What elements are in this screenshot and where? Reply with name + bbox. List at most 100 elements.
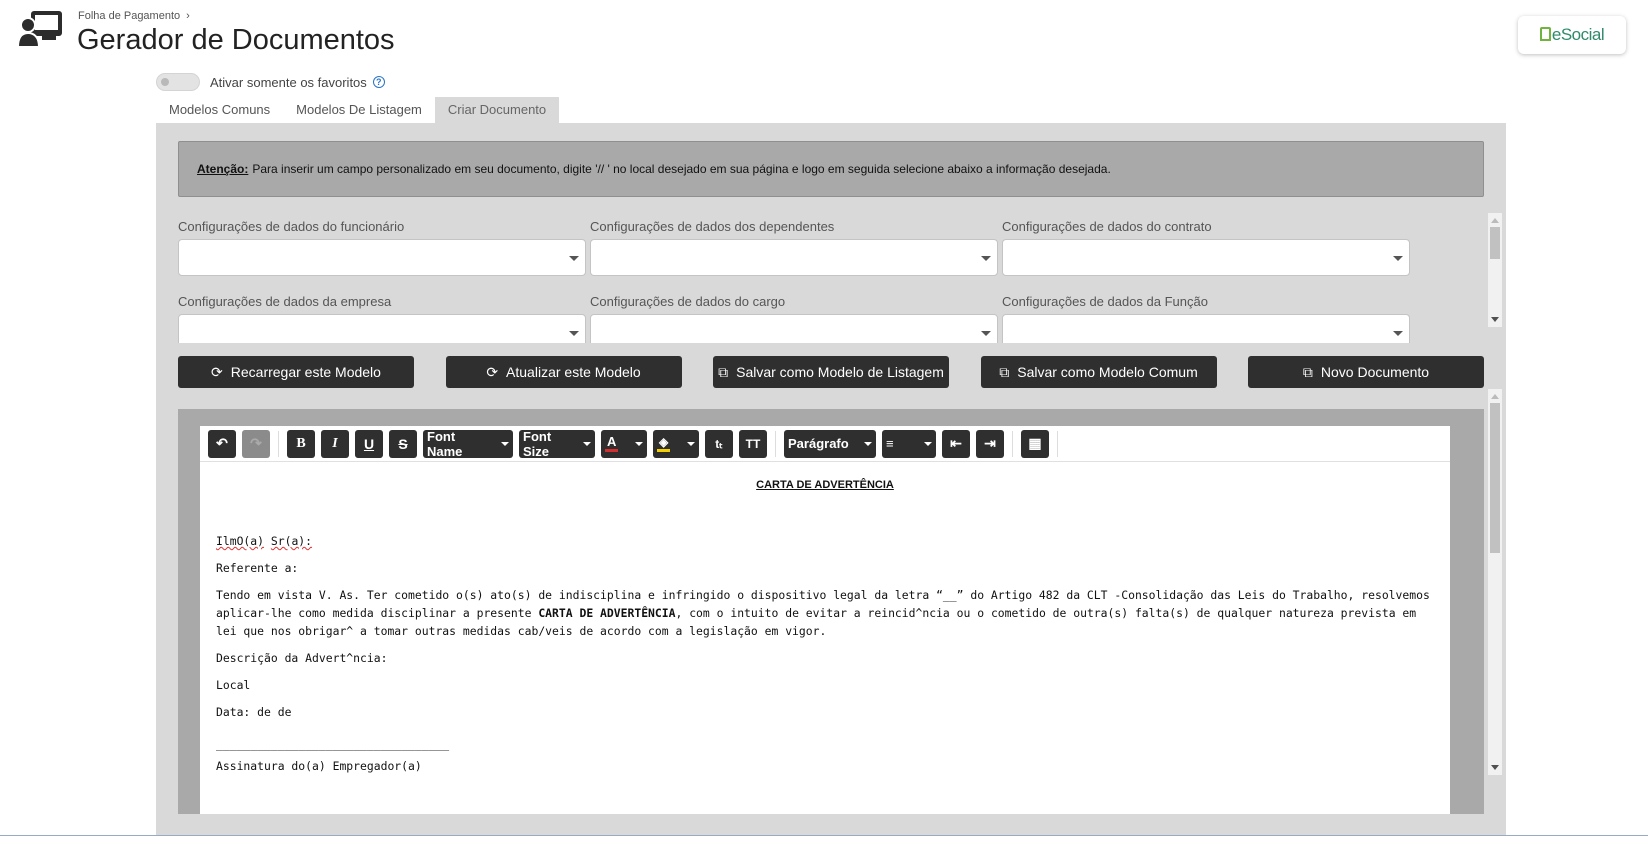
- caret-down-icon: [687, 441, 695, 446]
- refresh-icon: ⟳: [486, 363, 499, 380]
- config-label: Configurações de dados da Função: [1002, 294, 1208, 309]
- strikethrough-icon[interactable]: S: [389, 429, 417, 458]
- tabs: Modelos Comuns Modelos De Listagem Criar…: [156, 97, 560, 123]
- align-dropdown[interactable]: ≡: [882, 429, 936, 458]
- font-name-dropdown[interactable]: Font Name: [423, 429, 513, 459]
- config-select-funcionario[interactable]: [178, 239, 586, 276]
- bottom-divider: [0, 835, 1648, 836]
- scroll-down-icon[interactable]: [1491, 765, 1499, 770]
- config-label: Configurações de dados dos dependentes: [590, 219, 835, 234]
- button-label: Novo Documento: [1320, 364, 1430, 380]
- button-label: Salvar como Modelo de Listagem: [736, 364, 944, 380]
- button-label: Atualizar este Modelo: [506, 364, 641, 380]
- attention-prefix: Atenção:: [197, 162, 249, 176]
- save-listing-model-button[interactable]: ⧉ Salvar como Modelo de Listagem: [713, 356, 949, 388]
- config-label: Configurações de dados do cargo: [590, 294, 786, 309]
- scrollbar-thumb[interactable]: [1490, 403, 1500, 553]
- config-fields-area: Configurações de dados do funcionário Co…: [178, 219, 1484, 343]
- copy-icon: ⧉: [718, 363, 729, 380]
- font-size-dropdown[interactable]: Font Size: [519, 428, 595, 459]
- page: Folha de Pagamento › Gerador de Document…: [0, 0, 1648, 860]
- config-select-funcao[interactable]: [1002, 314, 1410, 343]
- caret-down-icon: [864, 441, 872, 446]
- config-label: Configurações de dados do funcionário: [178, 219, 405, 234]
- local-line: Local: [216, 678, 251, 692]
- config-select-contrato[interactable]: [1002, 239, 1410, 276]
- esocial-label: eSocial: [1551, 25, 1605, 44]
- help-icon[interactable]: ?: [372, 76, 385, 88]
- toolbar-divider: [278, 430, 279, 457]
- esocial-logo-icon: [1539, 27, 1551, 41]
- attention-notice: Atenção: Para inserir um campo personali…: [178, 141, 1484, 197]
- editor-scrollbar[interactable]: [1488, 389, 1502, 775]
- config-select-empresa[interactable]: [178, 314, 586, 343]
- new-document-button[interactable]: ⧉ Novo Documento: [1248, 356, 1484, 388]
- italic-icon[interactable]: I: [321, 429, 349, 458]
- breadcrumb-item[interactable]: Folha de Pagamento: [78, 10, 180, 22]
- esocial-button[interactable]: eSocial: [1518, 16, 1626, 54]
- caret-down-icon: [924, 441, 932, 446]
- toolbar-divider: [775, 430, 776, 457]
- body-paragraph: Tendo em vista V. As. Ter cometido o(s) …: [216, 586, 1434, 640]
- scroll-up-icon[interactable]: [1491, 394, 1499, 399]
- caret-down-icon: [635, 441, 643, 446]
- caret-down-icon: [501, 441, 509, 446]
- breadcrumb[interactable]: Folha de Pagamento ›: [78, 10, 190, 22]
- copy-icon: ⧉: [999, 363, 1010, 380]
- underline-icon[interactable]: U: [355, 429, 383, 458]
- greeting-word: Sr(a):: [270, 534, 313, 548]
- update-model-button[interactable]: ⟳ Atualizar este Modelo: [445, 356, 682, 388]
- superscript-icon[interactable]: tₜ: [705, 429, 733, 458]
- greeting-word: IlmO(a): [216, 534, 265, 548]
- outdent-icon[interactable]: ⇤: [942, 429, 970, 458]
- editor-toolbar: ↶ ↷ B I U S Font Name Font Size A ◈ tₜ T…: [200, 426, 1450, 462]
- config-field-dependentes: Configurações de dados dos dependentes: [590, 219, 998, 276]
- favorites-toggle[interactable]: [156, 73, 200, 91]
- config-field-funcionario: Configurações de dados do funcionário: [178, 219, 586, 276]
- chevron-right-icon: ›: [186, 10, 190, 22]
- scrollbar-thumb[interactable]: [1490, 227, 1500, 259]
- presentation-user-icon: [18, 11, 62, 48]
- font-color-icon: A: [605, 435, 619, 452]
- date-line: Data: de de: [216, 705, 292, 719]
- editor-container: ↶ ↷ B I U S Font Name Font Size A ◈ tₜ T…: [178, 409, 1484, 814]
- config-scrollbar[interactable]: [1488, 213, 1502, 327]
- favorites-label: Ativar somente os favoritos: [210, 74, 367, 90]
- refresh-icon: ⟳: [211, 363, 223, 380]
- reference-line: Referente a:: [216, 561, 299, 575]
- tab-modelos-comuns[interactable]: Modelos Comuns: [156, 97, 283, 123]
- font-color-dropdown[interactable]: A: [601, 429, 647, 458]
- align-justify-icon: ≡: [886, 436, 894, 451]
- config-select-cargo[interactable]: [590, 314, 998, 343]
- tab-criar-documento[interactable]: Criar Documento: [434, 97, 560, 123]
- config-field-contrato: Configurações de dados do contrato: [1002, 219, 1410, 276]
- button-label: Salvar como Modelo Comum: [1017, 364, 1198, 380]
- indent-icon[interactable]: ⇥: [976, 429, 1004, 458]
- favorites-row: Ativar somente os favoritos ?: [156, 73, 385, 91]
- scroll-up-icon[interactable]: [1491, 218, 1499, 223]
- config-select-dependentes[interactable]: [590, 239, 998, 276]
- tab-modelos-de-listagem[interactable]: Modelos De Listagem: [283, 97, 435, 123]
- undo-icon[interactable]: ↶: [208, 429, 236, 458]
- scroll-down-icon[interactable]: [1491, 317, 1499, 322]
- body-bold: CARTA DE ADVERTÊNCIA: [538, 606, 676, 620]
- highlight-color-dropdown[interactable]: ◈: [653, 429, 699, 458]
- toolbar-divider: [1057, 430, 1058, 457]
- document-content[interactable]: CARTA DE ADVERTÊNCIA IlmO(a) Sr(a): Refe…: [200, 462, 1450, 775]
- create-document-panel: Atenção: Para inserir um campo personali…: [156, 123, 1506, 836]
- reload-model-button[interactable]: ⟳ Recarregar este Modelo: [178, 356, 414, 388]
- attention-text: Para inserir um campo personalizado em s…: [252, 162, 1111, 176]
- paint-bucket-icon: ◈: [657, 435, 671, 452]
- font-size-label: Font Size: [523, 428, 552, 459]
- page-title: Gerador de Documentos: [77, 24, 395, 56]
- redo-icon[interactable]: ↷: [242, 429, 270, 458]
- button-label: Recarregar este Modelo: [230, 364, 381, 380]
- bold-icon[interactable]: B: [287, 429, 315, 458]
- paragraph-dropdown[interactable]: Parágrafo: [784, 429, 876, 458]
- table-icon[interactable]: ▦: [1021, 429, 1049, 458]
- rich-text-editor[interactable]: ↶ ↷ B I U S Font Name Font Size A ◈ tₜ T…: [200, 426, 1450, 814]
- config-field-empresa: Configurações de dados da empresa: [178, 294, 586, 343]
- greeting: IlmO(a) Sr(a):: [216, 532, 1434, 550]
- save-common-model-button[interactable]: ⧉ Salvar como Modelo Comum: [980, 356, 1217, 388]
- text-size-icon[interactable]: TT: [739, 429, 767, 458]
